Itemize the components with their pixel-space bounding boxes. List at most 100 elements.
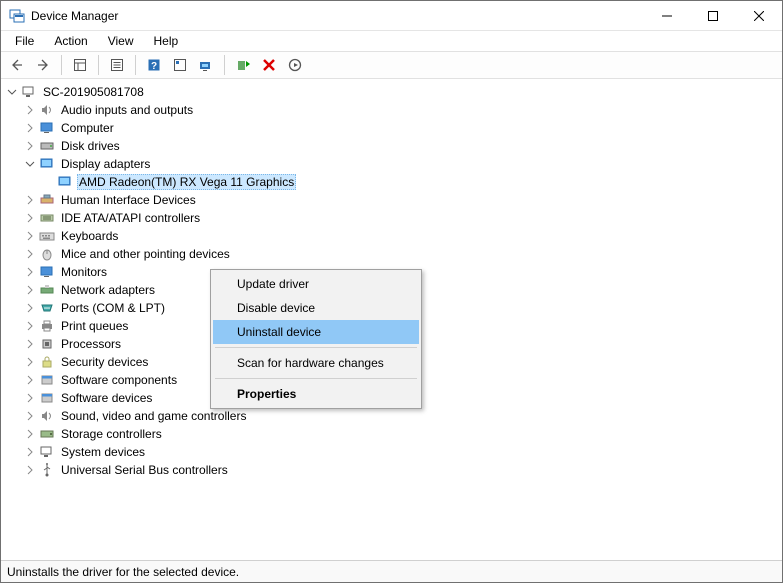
component-icon [39, 390, 55, 406]
tree-item-disk[interactable]: Disk drives [21, 137, 780, 155]
tree-item-computer[interactable]: Computer [21, 119, 780, 137]
app-icon [9, 8, 25, 24]
security-icon [39, 354, 55, 370]
monitor-icon [39, 120, 55, 136]
tree-item-label: Universal Serial Bus controllers [59, 462, 230, 478]
expand-icon[interactable] [23, 409, 37, 423]
speaker-icon [39, 408, 55, 424]
mouse-icon [39, 246, 55, 262]
help-button[interactable]: ? [142, 54, 166, 76]
context-update-driver[interactable]: Update driver [213, 272, 419, 296]
uninstall-button[interactable] [257, 54, 281, 76]
context-menu: Update driver Disable device Uninstall d… [210, 269, 422, 409]
context-uninstall-device[interactable]: Uninstall device [213, 320, 419, 344]
tree-item-label: Mice and other pointing devices [59, 246, 232, 262]
statusbar: Uninstalls the driver for the selected d… [1, 560, 782, 582]
tree-item-label: Sound, video and game controllers [59, 408, 248, 424]
minimize-button[interactable] [644, 1, 690, 31]
tree-item-label: Processors [59, 336, 123, 352]
tree-item-sound[interactable]: Sound, video and game controllers [21, 407, 780, 425]
disable-button[interactable] [283, 54, 307, 76]
menubar: File Action View Help [1, 31, 782, 51]
expand-icon[interactable] [23, 463, 37, 477]
tree-item-label: Disk drives [59, 138, 122, 154]
tree-root-label: SC-201905081708 [41, 84, 146, 100]
expand-icon[interactable] [23, 355, 37, 369]
ide-icon [39, 210, 55, 226]
context-properties[interactable]: Properties [213, 382, 419, 406]
toolbar-separator [224, 55, 225, 75]
tree-item-label: Security devices [59, 354, 150, 370]
expand-icon[interactable] [23, 301, 37, 315]
menu-action[interactable]: Action [44, 32, 97, 50]
close-button[interactable] [736, 1, 782, 31]
menu-help[interactable]: Help [144, 32, 189, 50]
tree-item-display-adapters[interactable]: Display adapters [21, 155, 780, 173]
keyboard-icon [39, 228, 55, 244]
scan-hardware-button[interactable] [194, 54, 218, 76]
expand-icon[interactable] [23, 229, 37, 243]
tree-item-audio[interactable]: Audio inputs and outputs [21, 101, 780, 119]
expand-icon[interactable] [23, 121, 37, 135]
context-scan-hardware[interactable]: Scan for hardware changes [213, 351, 419, 375]
maximize-button[interactable] [690, 1, 736, 31]
tree-item-label: Human Interface Devices [59, 192, 198, 208]
collapse-icon[interactable] [23, 157, 37, 171]
tree-item-keyboards[interactable]: Keyboards [21, 227, 780, 245]
display-adapter-icon [57, 174, 73, 190]
tree-item-hid[interactable]: Human Interface Devices [21, 191, 780, 209]
properties-button[interactable] [105, 54, 129, 76]
menu-view[interactable]: View [98, 32, 144, 50]
tree-item-label: IDE ATA/ATAPI controllers [59, 210, 202, 226]
tree-item-storage[interactable]: Storage controllers [21, 425, 780, 443]
tree-item-label: Software components [59, 372, 179, 388]
expand-icon[interactable] [23, 319, 37, 333]
expand-icon[interactable] [23, 265, 37, 279]
expand-icon[interactable] [23, 283, 37, 297]
update-driver-button[interactable] [231, 54, 255, 76]
network-icon [39, 282, 55, 298]
expand-icon[interactable] [23, 193, 37, 207]
tree-item-label: Keyboards [59, 228, 120, 244]
tree-item-label: Display adapters [59, 156, 152, 172]
toolbar-separator [61, 55, 62, 75]
expand-icon[interactable] [23, 247, 37, 261]
back-button[interactable] [5, 54, 29, 76]
display-adapter-icon [39, 156, 55, 172]
expand-icon[interactable] [23, 337, 37, 351]
expand-icon[interactable] [23, 373, 37, 387]
storage-icon [39, 426, 55, 442]
collapse-icon[interactable] [5, 85, 19, 99]
system-icon [39, 444, 55, 460]
tree-item-label: Ports (COM & LPT) [59, 300, 167, 316]
tree-item-mice[interactable]: Mice and other pointing devices [21, 245, 780, 263]
tree-item-label: Network adapters [59, 282, 157, 298]
action-button[interactable] [168, 54, 192, 76]
tree-item-ide[interactable]: IDE ATA/ATAPI controllers [21, 209, 780, 227]
expand-icon[interactable] [23, 211, 37, 225]
expand-icon[interactable] [23, 139, 37, 153]
expand-icon[interactable] [23, 103, 37, 117]
tree-root[interactable]: SC-201905081708 [3, 83, 780, 101]
tree-item-system[interactable]: System devices [21, 443, 780, 461]
context-separator [215, 347, 417, 348]
tree-item-amd-radeon[interactable]: AMD Radeon(TM) RX Vega 11 Graphics [39, 173, 780, 191]
svg-text:?: ? [151, 61, 157, 72]
tree-item-label: Audio inputs and outputs [59, 102, 195, 118]
menu-file[interactable]: File [5, 32, 44, 50]
forward-button[interactable] [31, 54, 55, 76]
toolbar: ? [1, 51, 782, 79]
context-disable-device[interactable]: Disable device [213, 296, 419, 320]
toolbar-separator [98, 55, 99, 75]
tree-item-label: Print queues [59, 318, 130, 334]
status-text: Uninstalls the driver for the selected d… [7, 565, 239, 579]
show-hide-tree-button[interactable] [68, 54, 92, 76]
tree-item-usb[interactable]: Universal Serial Bus controllers [21, 461, 780, 479]
expand-icon[interactable] [23, 427, 37, 441]
expand-icon[interactable] [23, 445, 37, 459]
hid-icon [39, 192, 55, 208]
tree-item-label: Computer [59, 120, 116, 136]
cpu-icon [39, 336, 55, 352]
expand-icon[interactable] [23, 391, 37, 405]
tree-view[interactable]: SC-201905081708 Audio inputs and outputs… [1, 79, 782, 560]
